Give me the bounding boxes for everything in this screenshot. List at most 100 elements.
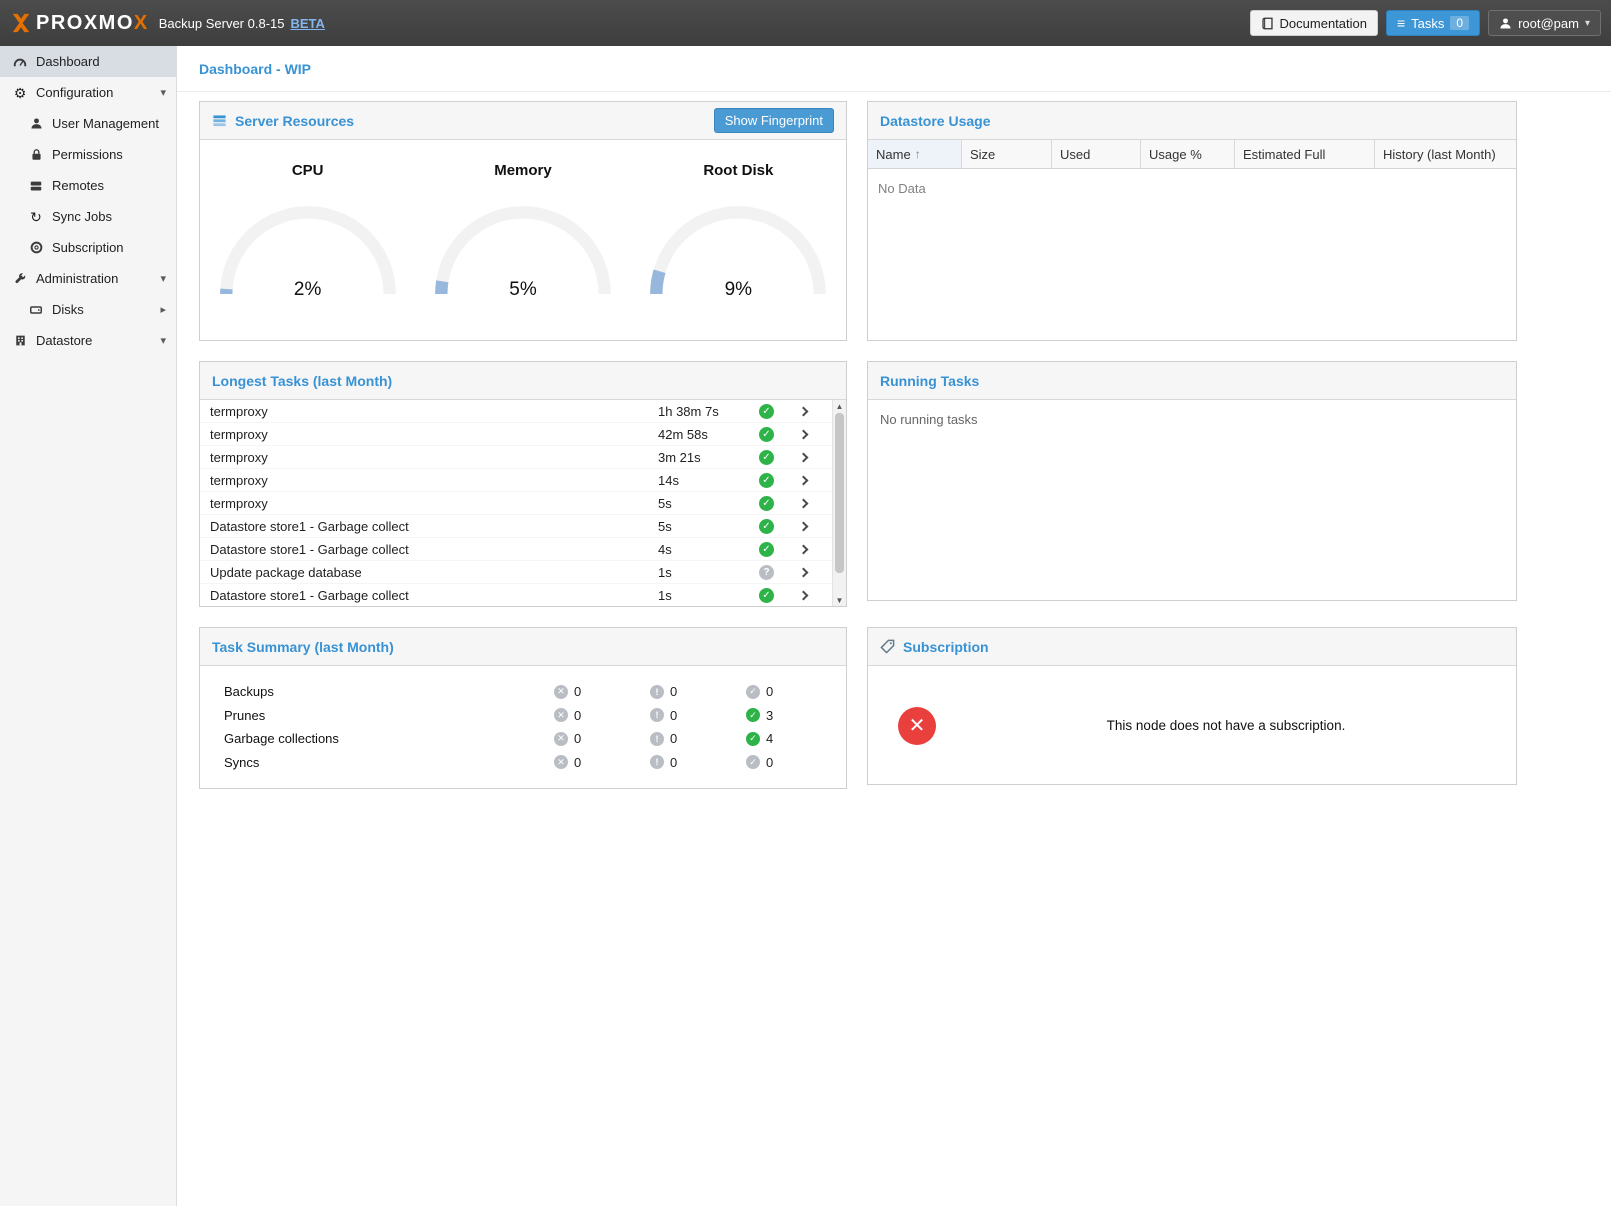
- server-icon: [28, 179, 44, 193]
- sidebar-item-administration[interactable]: Administration ▾: [0, 263, 176, 294]
- task-name: Datastore store1 - Garbage collect: [200, 542, 658, 557]
- warning-icon: [650, 708, 664, 722]
- gauge-label: Memory: [494, 162, 552, 179]
- no-subscription-icon: ✕: [898, 707, 936, 745]
- sidebar-item-datastore[interactable]: Datastore ▾: [0, 325, 176, 356]
- scroll-up-icon[interactable]: ▲: [833, 402, 846, 411]
- error-count[interactable]: 0: [574, 708, 581, 723]
- user-menu-button[interactable]: root@pam ▾: [1488, 10, 1601, 36]
- task-row[interactable]: termproxy 5s: [200, 492, 832, 515]
- task-row[interactable]: termproxy 42m 58s: [200, 423, 832, 446]
- task-status-icon: [759, 588, 774, 603]
- task-row[interactable]: termproxy 14s: [200, 469, 832, 492]
- error-count[interactable]: 0: [574, 731, 581, 746]
- column-header-usage-pct[interactable]: Usage %: [1141, 140, 1235, 168]
- column-header-history[interactable]: History (last Month): [1375, 140, 1516, 168]
- user-icon: [28, 117, 44, 130]
- task-status-icon: [759, 473, 774, 488]
- task-name: termproxy: [200, 496, 658, 511]
- warning-icon: [650, 685, 664, 699]
- chevron-down-icon: ▾: [1585, 18, 1590, 29]
- column-header-size[interactable]: Size: [962, 140, 1052, 168]
- task-row[interactable]: Update package database 1s: [200, 561, 832, 584]
- sidebar-item-disks[interactable]: Disks ▸: [0, 294, 176, 325]
- user-icon: [1499, 17, 1512, 30]
- task-open-chevron-icon[interactable]: [785, 431, 822, 438]
- topbar: PROXMOX Backup Server 0.8-15 BETA Docume…: [0, 0, 1611, 46]
- ok-count[interactable]: 4: [766, 731, 773, 746]
- sidebar-item-user-management[interactable]: User Management: [0, 108, 176, 139]
- sidebar-item-permissions[interactable]: Permissions: [0, 139, 176, 170]
- summary-row: Backups 0 0 0: [224, 680, 846, 704]
- expand-arrow-icon[interactable]: ▸: [160, 303, 166, 316]
- task-duration: 1s: [658, 565, 748, 580]
- tachometer-icon: [12, 55, 28, 69]
- warning-count[interactable]: 0: [670, 708, 677, 723]
- collapse-arrow-icon[interactable]: ▾: [160, 272, 166, 285]
- ok-count[interactable]: 0: [766, 684, 773, 699]
- sidebar-item-sync-jobs[interactable]: ↻ Sync Jobs: [0, 201, 176, 232]
- proxmox-x-icon: [10, 12, 32, 34]
- show-fingerprint-button[interactable]: Show Fingerprint: [714, 108, 834, 133]
- task-open-chevron-icon[interactable]: [785, 592, 822, 599]
- unlock-icon: [28, 148, 44, 161]
- sidebar-item-label: Remotes: [52, 178, 104, 193]
- error-icon: [554, 732, 568, 746]
- task-row[interactable]: termproxy 1h 38m 7s: [200, 400, 832, 423]
- beta-link[interactable]: BETA: [290, 16, 324, 31]
- task-status-icon: [759, 519, 774, 534]
- memory-gauge: Memory 5%: [415, 140, 630, 340]
- task-row[interactable]: Datastore store1 - Garbage collect 4s: [200, 538, 832, 561]
- column-header-estimated-full[interactable]: Estimated Full: [1235, 140, 1375, 168]
- task-open-chevron-icon[interactable]: [785, 523, 822, 530]
- sidebar-item-label: Administration: [36, 271, 118, 286]
- summary-label: Prunes: [224, 708, 554, 723]
- sidebar: Dashboard ⚙ Configuration ▾ User Managem…: [0, 46, 177, 1206]
- gauge-value: 2%: [213, 279, 403, 301]
- sidebar-item-configuration[interactable]: ⚙ Configuration ▾: [0, 77, 176, 108]
- scrollbar[interactable]: ▲ ▼: [832, 400, 846, 607]
- tasks-label: Tasks: [1411, 16, 1444, 31]
- sidebar-item-remotes[interactable]: Remotes: [0, 170, 176, 201]
- documentation-button[interactable]: Documentation: [1250, 10, 1378, 36]
- wrench-icon: [12, 272, 28, 285]
- datastore-table-header: Name ↑ Size Used Usage % Estimated Full …: [868, 140, 1516, 169]
- column-header-used[interactable]: Used: [1052, 140, 1141, 168]
- summary-row: Garbage collections 0 0 4: [224, 727, 846, 751]
- task-row[interactable]: Datastore store1 - Garbage collect 5s: [200, 515, 832, 538]
- task-open-chevron-icon[interactable]: [785, 477, 822, 484]
- task-row[interactable]: termproxy 3m 21s: [200, 446, 832, 469]
- ok-count[interactable]: 0: [766, 755, 773, 770]
- column-header-name[interactable]: Name ↑: [868, 140, 962, 168]
- gauge-value: 5%: [428, 279, 618, 301]
- sidebar-item-dashboard[interactable]: Dashboard: [0, 46, 176, 77]
- task-status-icon: [759, 496, 774, 511]
- task-duration: 42m 58s: [658, 427, 748, 442]
- task-open-chevron-icon[interactable]: [785, 569, 822, 576]
- sort-ascending-icon: ↑: [915, 147, 921, 161]
- hdd-icon: [28, 303, 44, 317]
- scrollbar-thumb[interactable]: [835, 413, 844, 573]
- error-icon: [554, 708, 568, 722]
- task-open-chevron-icon[interactable]: [785, 546, 822, 553]
- task-open-chevron-icon[interactable]: [785, 500, 822, 507]
- tasks-button[interactable]: ≡ Tasks 0: [1386, 10, 1480, 36]
- task-open-chevron-icon[interactable]: [785, 408, 822, 415]
- sidebar-item-subscription[interactable]: Subscription: [0, 232, 176, 263]
- error-count[interactable]: 0: [574, 684, 581, 699]
- user-label: root@pam: [1518, 16, 1579, 31]
- ticket-icon: [880, 639, 895, 654]
- warning-count[interactable]: 0: [670, 731, 677, 746]
- collapse-arrow-icon[interactable]: ▾: [160, 86, 166, 99]
- ok-count[interactable]: 3: [766, 708, 773, 723]
- task-row[interactable]: Datastore store1 - Garbage collect 1s: [200, 584, 832, 607]
- task-duration: 14s: [658, 473, 748, 488]
- task-open-chevron-icon[interactable]: [785, 454, 822, 461]
- panel-title: Running Tasks: [880, 373, 979, 389]
- warning-count[interactable]: 0: [670, 755, 677, 770]
- error-count[interactable]: 0: [574, 755, 581, 770]
- task-duration: 5s: [658, 496, 748, 511]
- scroll-down-icon[interactable]: ▼: [833, 596, 846, 605]
- warning-count[interactable]: 0: [670, 684, 677, 699]
- collapse-arrow-icon[interactable]: ▾: [160, 334, 166, 347]
